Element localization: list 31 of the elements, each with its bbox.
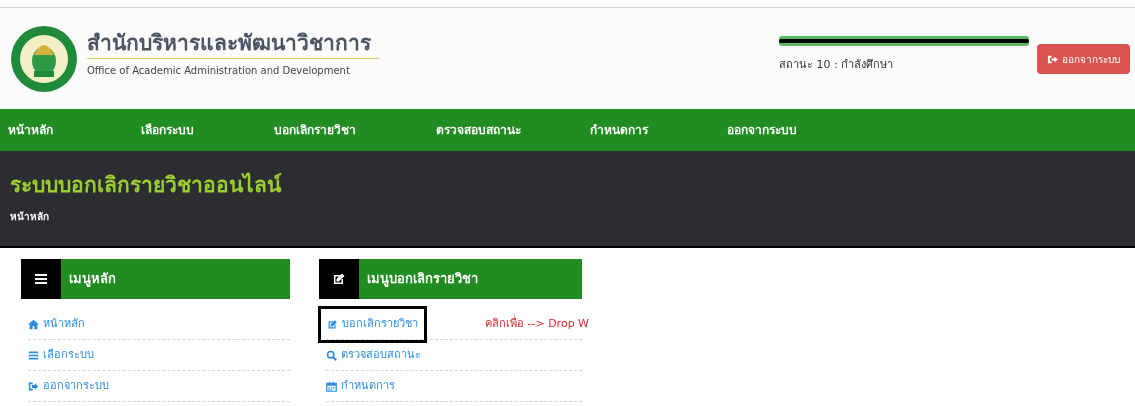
site-title: สำนักบริหารและพัฒนาวิชาการ: [87, 28, 379, 59]
university-logo: [10, 25, 78, 93]
panel-title: เมนูหลัก: [69, 270, 116, 289]
edit-icon: [327, 318, 338, 330]
sign-out-icon: [28, 380, 39, 392]
sign-out-icon: [1047, 53, 1058, 65]
menu-link[interactable]: ตรวจสอบสถานะ: [326, 343, 421, 367]
menu-icon: [34, 272, 48, 286]
logout-button[interactable]: ออกจากระบบ: [1037, 44, 1130, 74]
hint-note: คลิกเพื่อ --> Drop W: [485, 315, 589, 332]
nav-link[interactable]: เลือกระบบ: [141, 121, 274, 139]
home-icon: [28, 318, 39, 330]
menu-link[interactable]: เลือกระบบ: [28, 343, 94, 367]
menu-link[interactable]: หน้าหลัก: [28, 312, 85, 336]
nav-link[interactable]: กำหนดการ: [590, 121, 727, 139]
menu-icon: [28, 349, 39, 361]
page-title: ระบบบอกเลิกรายวิชาออนไลน์: [10, 171, 281, 199]
nav-link[interactable]: หน้าหลัก: [8, 121, 141, 139]
nav-link[interactable]: ตรวจสอบสถานะ: [436, 121, 590, 139]
panel-title: เมนูบอกเลิกรายวิชา: [367, 270, 478, 289]
menu-link[interactable]: ออกจากระบบ: [28, 374, 109, 398]
site-subtitle: Office of Academic Administration and Development: [87, 64, 351, 78]
calendar-icon: [326, 380, 337, 392]
edit-icon: [332, 272, 346, 286]
menu-link[interactable]: กำหนดการ: [326, 374, 395, 398]
breadcrumb: หน้าหลัก: [10, 210, 49, 224]
student-status: สถานะ 10 : กำลังศึกษา: [779, 57, 895, 73]
menu-link[interactable]: บอกเลิกรายวิชา: [321, 308, 424, 340]
nav-link[interactable]: บอกเลิกรายวิชา: [274, 121, 436, 139]
search-icon: [326, 349, 337, 361]
nav-link[interactable]: ออกจากระบบ: [727, 121, 860, 139]
